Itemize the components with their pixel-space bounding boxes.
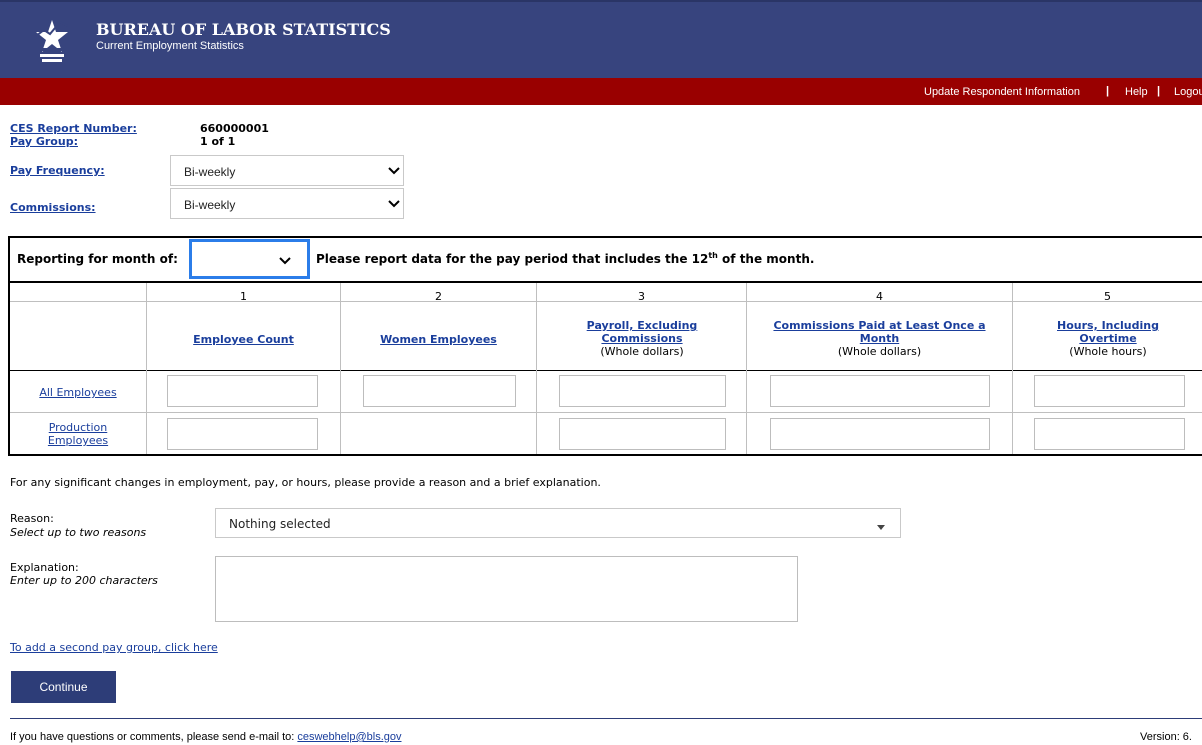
chevron-down-icon [278,256,292,266]
chevron-down-icon [387,166,401,176]
column-number: 3 [638,290,645,303]
production-employees-count-input[interactable] [167,418,318,450]
column-header-employee-count: Employee Count [147,333,340,346]
column-header-commissions: Commissions Paid at Least Once a Month (… [757,319,1002,358]
column-header-women-employees: Women Employees [341,333,536,346]
version-text: Version: 6. [1140,731,1192,743]
continue-button[interactable]: Continue [11,671,116,703]
commissions-paid-link[interactable]: Commissions Paid at Least Once a Month [773,319,985,345]
explanation-label: Explanation: [10,561,79,574]
women-employees-link[interactable]: Women Employees [380,333,497,346]
column-number: 5 [1104,290,1111,303]
production-employees-payroll-input[interactable] [559,418,726,450]
bls-logo-icon [30,14,74,64]
chevron-down-icon [387,199,401,209]
production-employees-commissions-input[interactable] [770,418,990,450]
pay-group-label[interactable]: Pay Group: [10,135,78,148]
column-number: 2 [435,290,442,303]
pay-frequency-value: Bi-weekly [184,165,236,179]
help-link[interactable]: Help [1125,86,1148,98]
reporting-instruction: Please report data for the pay period th… [316,251,815,266]
pay-frequency-label[interactable]: Pay Frequency: [10,164,105,177]
commissions-value: Bi-weekly [184,198,236,212]
commissions-unit: (Whole dollars) [837,345,922,358]
all-employees-hours-input[interactable] [1034,375,1185,407]
row-label-all-employees[interactable]: All Employees [10,386,146,399]
all-employees-payroll-input[interactable] [559,375,726,407]
agency-title: BUREAU OF LABOR STATISTICS [96,20,391,39]
all-employees-women-input[interactable] [363,375,516,407]
reason-select[interactable]: Nothing selected [215,508,901,538]
reason-hint: Select up to two reasons [10,526,147,539]
payroll-link[interactable]: Payroll, Excluding Commissions [587,319,698,345]
reporting-month-label: Reporting for month of: [17,252,178,266]
hours-link[interactable]: Hours, Including Overtime [1057,319,1159,345]
column-header-hours: Hours, Including Overtime (Whole hours) [1040,319,1176,358]
logout-link[interactable]: Logout [1174,86,1202,98]
support-email-link[interactable]: ceswebhelp@bls.gov [297,731,401,743]
update-respondent-link[interactable]: Update Respondent Information [924,86,1080,98]
commissions-label[interactable]: Commissions: [10,201,96,214]
row-label-production-employees[interactable]: Production Employees [40,421,116,447]
all-employees-count-input[interactable] [167,375,318,407]
pay-frequency-select[interactable]: Bi-weekly [170,155,404,186]
changes-intro-text: For any significant changes in employmen… [10,476,601,489]
site-header [0,0,1202,78]
column-header-payroll: Payroll, Excluding Commissions (Whole do… [552,319,732,358]
caret-down-icon [876,520,886,534]
commissions-select[interactable]: Bi-weekly [170,188,404,219]
explanation-textarea[interactable] [215,556,798,622]
all-employees-commissions-input[interactable] [770,375,990,407]
payroll-unit: (Whole dollars) [600,345,684,358]
hours-unit: (Whole hours) [1069,345,1147,358]
report-number-label[interactable]: CES Report Number: [10,122,137,135]
reason-value: Nothing selected [229,517,331,531]
production-employees-hours-input[interactable] [1034,418,1185,450]
employee-count-link[interactable]: Employee Count [193,333,294,346]
add-pay-group-link[interactable]: To add a second pay group, click here [10,641,218,654]
nav-separator: | [1106,85,1110,97]
column-number: 1 [240,290,247,303]
explanation-hint: Enter up to 200 characters [10,574,158,587]
pay-group-value: 1 of 1 [200,135,236,148]
report-number-value: 660000001 [200,122,269,135]
reason-label: Reason: [10,512,54,525]
nav-separator: | [1157,85,1161,97]
footer-divider [10,718,1202,719]
footer-text: If you have questions or comments, pleas… [10,731,402,743]
program-subtitle: Current Employment Statistics [96,40,244,52]
column-number: 4 [876,290,883,303]
reporting-month-select[interactable] [189,239,310,279]
